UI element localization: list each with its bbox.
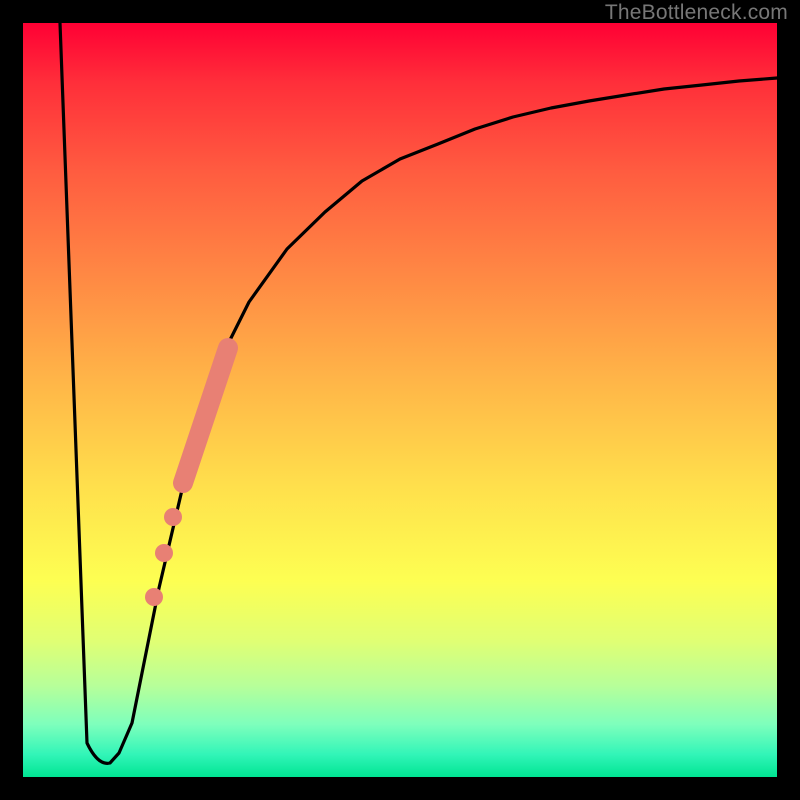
marker-segment [183,348,228,483]
marker-dot [155,544,173,562]
marker-dot [145,588,163,606]
bottleneck-curve [23,23,777,777]
marker-dot [164,508,182,526]
chart-frame: TheBottleneck.com [0,0,800,800]
watermark-text: TheBottleneck.com [605,1,788,25]
plot-area [23,23,777,777]
curve-path [60,23,777,763]
